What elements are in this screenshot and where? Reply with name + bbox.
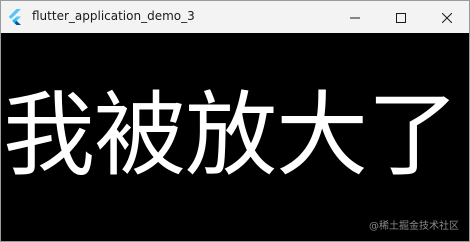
watermark-text: @稀土掘金技术社区 bbox=[369, 221, 459, 232]
minimize-icon bbox=[350, 8, 360, 27]
close-icon bbox=[441, 8, 453, 27]
app-content: 我被放大了 @稀土掘金技术社区 bbox=[1, 33, 469, 241]
flutter-logo-icon bbox=[8, 9, 22, 25]
app-window: flutter_application_demo_3 我被放大了 @稀土掘金技术… bbox=[0, 0, 470, 242]
scaled-text: 我被放大了 bbox=[3, 82, 459, 189]
close-button[interactable] bbox=[424, 1, 469, 33]
maximize-button[interactable] bbox=[378, 1, 424, 33]
minimize-button[interactable] bbox=[332, 1, 378, 33]
maximize-icon bbox=[396, 8, 406, 27]
window-title: flutter_application_demo_3 bbox=[32, 9, 195, 23]
title-bar[interactable]: flutter_application_demo_3 bbox=[1, 1, 469, 33]
